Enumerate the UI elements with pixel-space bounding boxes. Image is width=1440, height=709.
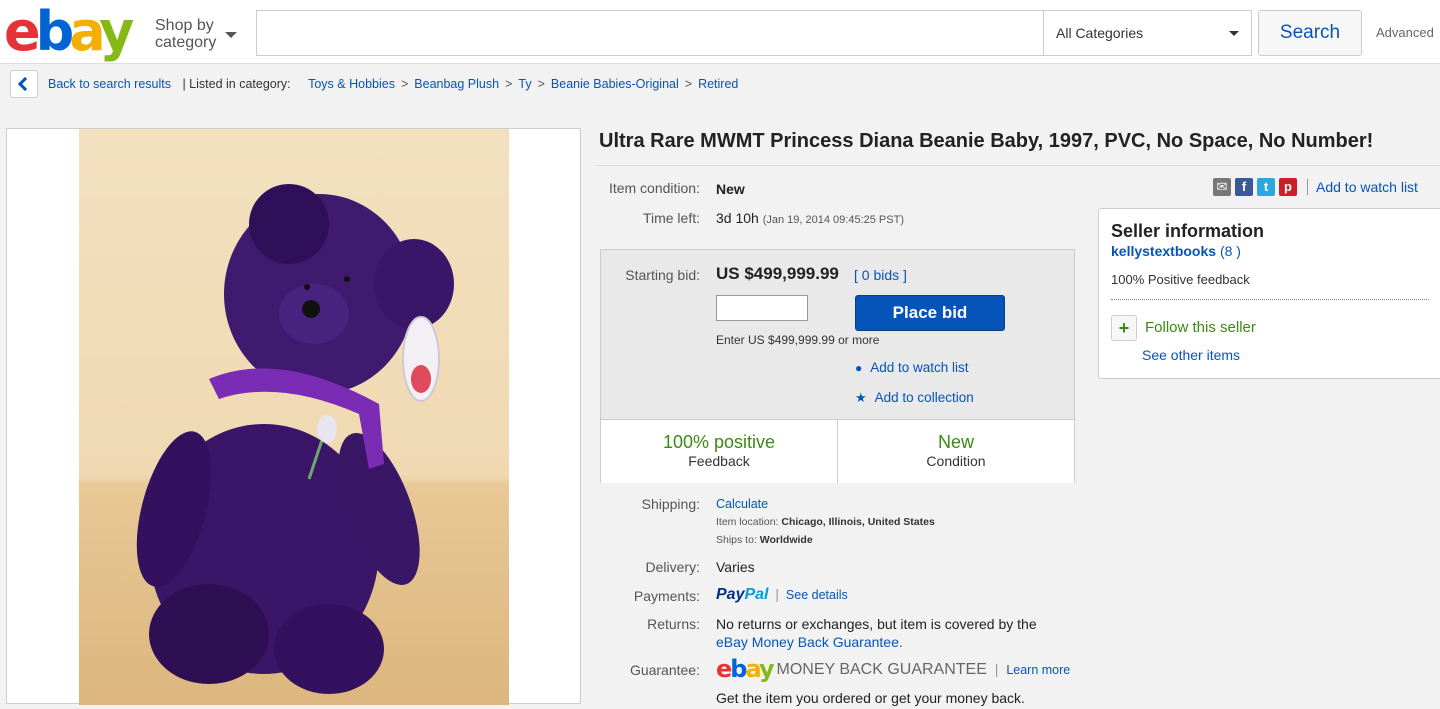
eye-icon: ● (855, 361, 863, 375)
divider (1111, 299, 1429, 300)
bid-amount-input[interactable] (716, 295, 808, 321)
starting-bid-label: Starting bid: (625, 267, 700, 283)
delivery-value: Varies (716, 559, 755, 575)
money-back-guarantee-badge: MONEY BACK GUARANTEE (776, 661, 987, 678)
shop-by-category-button[interactable]: Shop by category (155, 17, 216, 51)
chevron-left-icon (17, 76, 33, 92)
item-photo[interactable] (79, 129, 509, 705)
ships-to: Ships to: Worldwide (716, 534, 813, 546)
seller-feedback: 100% Positive feedback (1111, 272, 1250, 287)
condition-summary: New Condition (926, 432, 986, 469)
add-to-collection-link[interactable]: ★ Add to collection (855, 390, 974, 406)
guarantee-subtext: Get the item you ordered or get your mon… (716, 690, 1025, 706)
feedback-summary: 100% positive Feedback (662, 432, 776, 469)
add-to-watch-list-link[interactable]: Add to watch list (1316, 179, 1418, 195)
condition-value: New (716, 181, 745, 197)
breadcrumb-item[interactable]: Toys & Hobbies (308, 77, 395, 91)
bid-summary-footer: 100% positive Feedback New Condition (601, 419, 1074, 483)
breadcrumb-item[interactable]: Retired (698, 77, 738, 91)
facebook-icon[interactable]: f (1235, 178, 1253, 196)
star-icon: ★ (855, 390, 867, 405)
ebay-logo: ebay (716, 655, 775, 683)
chevron-down-icon (1229, 31, 1239, 36)
shipping-label: Shipping: (641, 496, 700, 512)
money-back-guarantee-link[interactable]: eBay Money Back Guarantee. (716, 634, 903, 650)
item-location: Item location: Chicago, Illinois, United… (716, 516, 935, 528)
back-button[interactable] (10, 70, 38, 98)
follow-seller-link[interactable]: Follow this seller (1145, 319, 1256, 336)
search-button[interactable]: Search (1258, 10, 1362, 56)
bids-count-link[interactable]: [ 0 bids ] (854, 267, 907, 283)
bid-hint: Enter US $499,999.99 or more (716, 333, 880, 347)
seller-name-row: kellystextbooks (8 ) (1111, 243, 1241, 259)
site-header: ebay Shop by category All Categories Sea… (0, 0, 1440, 64)
advanced-search-link[interactable]: Advanced (1376, 25, 1434, 40)
item-title: Ultra Rare MWMT Princess Diana Beanie Ba… (599, 130, 1374, 152)
learn-more-link[interactable]: Learn more (1006, 663, 1070, 677)
search-input[interactable] (257, 11, 1043, 55)
place-bid-button[interactable]: Place bid (855, 295, 1005, 331)
seller-score-link[interactable]: (8 ) (1220, 243, 1241, 259)
returns-label: Returns: (647, 616, 700, 632)
twitter-icon[interactable]: t (1257, 178, 1275, 196)
pinterest-icon[interactable]: p (1279, 178, 1297, 196)
share-row: ✉ f t p Add to watch list (1213, 178, 1418, 196)
returns-policy: No returns or exchanges, but item is cov… (716, 616, 1037, 632)
payments-label: Payments: (633, 588, 700, 604)
chevron-down-icon (225, 32, 237, 38)
seller-name-link[interactable]: kellystextbooks (1111, 243, 1216, 259)
item-image-panel (6, 128, 581, 705)
breadcrumb-item[interactable]: Beanbag Plush (414, 77, 499, 91)
payments-value: PayPal | See details (716, 586, 848, 603)
breadcrumb-item[interactable]: Ty (518, 77, 531, 91)
listed-in-label: | Listed in category: (182, 77, 291, 91)
paypal-logo: PayPal (716, 586, 769, 603)
guarantee-row: ebay MONEY BACK GUARANTEE | Learn more (716, 655, 1071, 683)
see-other-items-link[interactable]: See other items (1142, 347, 1240, 363)
purple-bear-image (136, 184, 454, 694)
breadcrumb: Back to search results | Listed in categ… (48, 77, 739, 91)
end-time: (Jan 19, 2014 09:45:25 PST) (762, 214, 904, 226)
calculate-shipping-link[interactable]: Calculate (716, 497, 768, 511)
starting-bid-value: US $499,999.99 (716, 264, 839, 283)
category-select[interactable]: All Categories (1043, 11, 1251, 55)
guarantee-label: Guarantee: (629, 662, 700, 678)
plus-icon[interactable]: + (1111, 315, 1137, 341)
seller-info-box: Seller information kellystextbooks (8 ) … (1098, 208, 1440, 379)
add-to-watch-list-link[interactable]: ● Add to watch list (855, 360, 969, 375)
time-left-label: Time left: (642, 210, 700, 226)
breadcrumb-item[interactable]: Beanie Babies-Original (551, 77, 679, 91)
time-left-value: 3d 10h (Jan 19, 2014 09:45:25 PST) (716, 210, 904, 226)
bid-box: Starting bid: US $499,999.99 [ 0 bids ] … (600, 249, 1075, 483)
condition-label: Item condition: (608, 180, 700, 196)
email-icon[interactable]: ✉ (1213, 178, 1231, 196)
see-details-link[interactable]: See details (786, 588, 848, 602)
back-to-results-link[interactable]: Back to search results (48, 77, 171, 91)
divider (596, 165, 1440, 166)
search-bar: All Categories (256, 10, 1252, 56)
seller-info-heading: Seller information (1111, 221, 1265, 241)
delivery-label: Delivery: (645, 559, 700, 575)
ebay-logo[interactable]: ebay (4, 2, 134, 62)
